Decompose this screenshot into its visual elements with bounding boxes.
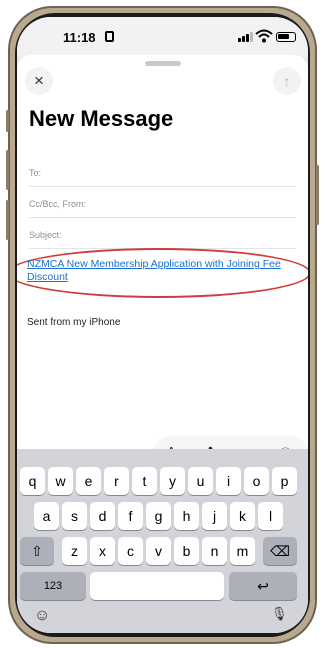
key-z[interactable]: z (62, 537, 87, 565)
to-field[interactable]: To: (29, 161, 296, 187)
key-k[interactable]: k (230, 502, 255, 530)
side-button-volume-up (6, 150, 9, 190)
keyboard: q w e r t y u i o p a s d f g h j k l ⇧ … (17, 449, 308, 633)
screen: 11:18 × ↑ New Message To: Cc/Bcc, From: (17, 17, 308, 633)
subject-field[interactable]: Subject: (29, 223, 296, 249)
cellular-signal-icon (238, 32, 253, 42)
to-label: To: (29, 168, 42, 178)
key-u[interactable]: u (188, 467, 213, 495)
key-o[interactable]: o (244, 467, 269, 495)
side-button-action (6, 110, 9, 132)
delete-icon: ⌫ (270, 542, 290, 559)
key-b[interactable]: b (174, 537, 199, 565)
key-s[interactable]: s (62, 502, 87, 530)
delete-key[interactable]: ⌫ (263, 537, 297, 565)
side-button-power (316, 165, 319, 225)
key-l[interactable]: l (258, 502, 283, 530)
cc-bcc-from-label: Cc/Bcc, From: (29, 199, 87, 209)
sheet-grabber[interactable] (145, 61, 181, 66)
key-c[interactable]: c (118, 537, 143, 565)
subject-label: Subject: (29, 230, 62, 240)
key-d[interactable]: d (90, 502, 115, 530)
key-m[interactable]: m (230, 537, 255, 565)
send-arrow-icon: ↑ (283, 73, 291, 89)
battery-icon (276, 32, 296, 42)
key-h[interactable]: h (174, 502, 199, 530)
microphone-icon[interactable]: 🎙 (271, 606, 288, 622)
key-a[interactable]: a (34, 502, 59, 530)
shift-key[interactable]: ⇧ (20, 537, 54, 565)
key-w[interactable]: w (48, 467, 73, 495)
key-f[interactable]: f (118, 502, 143, 530)
shift-icon: ⇧ (31, 542, 43, 559)
key-r[interactable]: r (104, 467, 129, 495)
email-signature[interactable]: Sent from my iPhone (27, 317, 120, 328)
key-t[interactable]: t (132, 467, 157, 495)
status-bar: 11:18 (17, 17, 308, 57)
status-time: 11:18 (63, 30, 96, 45)
return-key[interactable]: ↩ (229, 572, 297, 600)
key-n[interactable]: n (202, 537, 227, 565)
return-icon: ↩ (257, 577, 269, 594)
key-g[interactable]: g (146, 502, 171, 530)
send-button[interactable]: ↑ (273, 67, 301, 95)
key-v[interactable]: v (146, 537, 171, 565)
focus-icon (105, 31, 114, 42)
page-title: New Message (29, 106, 174, 131)
key-y[interactable]: y (160, 467, 185, 495)
key-x[interactable]: x (90, 537, 115, 565)
close-button[interactable]: × (25, 67, 53, 95)
key-q[interactable]: q (20, 467, 45, 495)
key-i[interactable]: i (216, 467, 241, 495)
emoji-icon[interactable]: ☺ (34, 607, 50, 625)
key-p[interactable]: p (272, 467, 297, 495)
membership-application-link[interactable]: NZMCA New Membership Application with Jo… (27, 258, 297, 284)
space-key[interactable] (90, 572, 224, 600)
wifi-icon (255, 29, 273, 43)
key-j[interactable]: j (202, 502, 227, 530)
numbers-key[interactable]: 123 (20, 572, 86, 600)
close-icon: × (34, 71, 44, 90)
key-e[interactable]: e (76, 467, 101, 495)
side-button-volume-down (6, 200, 9, 240)
cc-bcc-from-field[interactable]: Cc/Bcc, From: (29, 192, 296, 218)
